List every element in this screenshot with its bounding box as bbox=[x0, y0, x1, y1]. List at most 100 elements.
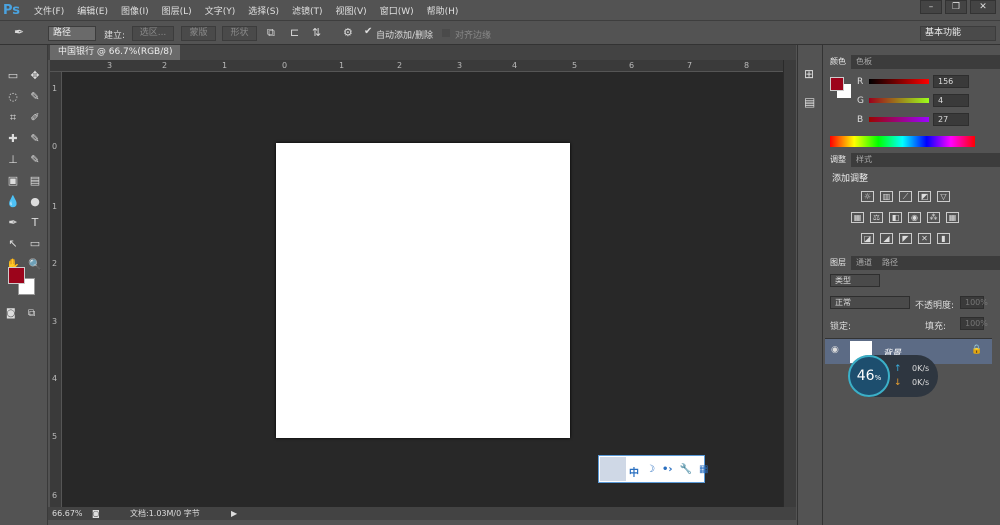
vertical-scrollbar[interactable] bbox=[783, 60, 796, 507]
workspace-select[interactable]: 基本功能 bbox=[920, 26, 996, 41]
vibrance-icon[interactable]: ▽ bbox=[937, 191, 950, 202]
channel-value-input[interactable]: 4 bbox=[933, 94, 969, 107]
menu-window[interactable]: 窗口(W) bbox=[380, 4, 414, 17]
tool-10-icon[interactable]: ▣ bbox=[4, 172, 22, 190]
color-lookup-icon[interactable]: ▦ bbox=[946, 212, 959, 223]
eye-icon[interactable]: ◉ bbox=[831, 345, 839, 355]
gear-icon[interactable]: ⚙ bbox=[343, 26, 353, 39]
tool-9-icon[interactable]: ✎ bbox=[26, 151, 44, 169]
tool-7-icon[interactable]: ✎ bbox=[26, 130, 44, 148]
auto-add-checkbox[interactable]: ✔ bbox=[364, 26, 372, 37]
tool-2-icon[interactable]: ◌ bbox=[4, 88, 22, 106]
menu-type[interactable]: 文字(Y) bbox=[205, 4, 236, 17]
tool-16-icon[interactable]: ↖ bbox=[4, 235, 22, 253]
gradient-map-icon[interactable]: ▮ bbox=[937, 233, 950, 244]
opacity-input[interactable]: 100% bbox=[960, 296, 988, 309]
properties-panel-icon[interactable]: ▤ bbox=[804, 95, 815, 109]
brightness-icon[interactable]: ☼ bbox=[861, 191, 874, 202]
status-menu-arrow[interactable]: ▶ bbox=[231, 507, 237, 520]
tool-12-icon[interactable]: 💧 bbox=[4, 193, 22, 211]
tool-8-icon[interactable]: ⊥ bbox=[4, 151, 22, 169]
tool-1-icon[interactable]: ✥ bbox=[26, 67, 44, 85]
tool-14-icon[interactable]: ✒ bbox=[4, 214, 22, 232]
align-edges-checkbox[interactable] bbox=[442, 29, 450, 37]
tool-0-icon[interactable]: ▭ bbox=[4, 67, 22, 85]
tool-mode-select[interactable]: 路径 bbox=[48, 26, 96, 41]
screen-mode-icon[interactable]: ⧉ bbox=[28, 308, 35, 319]
photo-filter-icon[interactable]: ◉ bbox=[908, 212, 921, 223]
channel-value-input[interactable]: 156 bbox=[933, 75, 969, 88]
upload-speed: 0K/s bbox=[912, 364, 930, 373]
invert-icon[interactable]: ◪ bbox=[861, 233, 874, 244]
layer-filter-select[interactable]: 类型 bbox=[830, 274, 880, 287]
tool-11-icon[interactable]: ▤ bbox=[26, 172, 44, 190]
tool-15-icon[interactable]: T bbox=[26, 214, 44, 232]
ime-item-4[interactable]: ▦ bbox=[699, 464, 708, 479]
tab-layers[interactable]: 图层 bbox=[825, 256, 851, 270]
path-operations-icon[interactable]: ⧉ bbox=[267, 26, 275, 40]
posterize-icon[interactable]: ◢ bbox=[880, 233, 893, 244]
levels-icon[interactable]: ▥ bbox=[880, 191, 893, 202]
selection-button[interactable]: 选区... bbox=[132, 26, 174, 41]
network-speed-widget[interactable]: 46% ↑ 0K/s ↓ 0K/s bbox=[848, 355, 938, 397]
tool-19-icon[interactable]: 🔍 bbox=[26, 256, 44, 274]
ruler-label: 5 bbox=[52, 432, 58, 441]
tab-styles[interactable]: 样式 bbox=[851, 153, 877, 167]
tool-3-icon[interactable]: ✎ bbox=[26, 88, 44, 106]
menu-select[interactable]: 选择(S) bbox=[248, 4, 279, 17]
status-info-icon[interactable]: ◙ bbox=[92, 507, 100, 520]
ime-item-2[interactable]: •› bbox=[662, 464, 673, 479]
history-panel-icon[interactable]: ⊞ bbox=[804, 67, 814, 81]
tab-swatches[interactable]: 色板 bbox=[851, 55, 877, 69]
channel-slider[interactable] bbox=[869, 79, 929, 84]
path-alignment-icon[interactable]: ⊏ bbox=[290, 26, 299, 39]
selective-color-icon[interactable]: ✕ bbox=[918, 233, 931, 244]
channel-slider[interactable] bbox=[869, 98, 929, 103]
tab-adjustments[interactable]: 调整 bbox=[825, 153, 851, 167]
menu-file[interactable]: 文件(F) bbox=[34, 4, 64, 17]
menu-filter[interactable]: 滤镜(T) bbox=[292, 4, 323, 17]
menu-view[interactable]: 视图(V) bbox=[336, 4, 367, 17]
threshold-icon[interactable]: ◤ bbox=[899, 233, 912, 244]
tab-paths[interactable]: 路径 bbox=[877, 256, 903, 270]
tool-13-icon[interactable]: ● bbox=[26, 193, 44, 211]
channel-value-input[interactable]: 27 bbox=[933, 113, 969, 126]
menu-help[interactable]: 帮助(H) bbox=[427, 4, 459, 17]
tab-color[interactable]: 颜色 bbox=[825, 55, 851, 69]
menu-image[interactable]: 图像(I) bbox=[121, 4, 149, 17]
channel-slider[interactable] bbox=[869, 117, 929, 122]
document-tab[interactable]: 中国银行 @ 66.7%(RGB/8) × bbox=[50, 45, 180, 72]
ime-item-0[interactable]: 中 bbox=[629, 464, 639, 479]
pen-tool-icon[interactable]: ✒ bbox=[14, 25, 24, 39]
restore-button[interactable]: ❐ bbox=[945, 0, 967, 14]
fill-input[interactable]: 100% bbox=[960, 317, 988, 330]
menu-edit[interactable]: 编辑(E) bbox=[77, 4, 108, 17]
curves-icon[interactable]: ⟋ bbox=[899, 191, 912, 202]
mask-button[interactable]: 蒙版 bbox=[181, 26, 216, 41]
color-balance-icon[interactable]: ⚖ bbox=[870, 212, 883, 223]
tool-4-icon[interactable]: ⌗ bbox=[4, 109, 22, 127]
hue-saturation-icon[interactable]: ▦ bbox=[851, 212, 864, 223]
tool-17-icon[interactable]: ▭ bbox=[26, 235, 44, 253]
foreground-color-swatch[interactable] bbox=[8, 267, 25, 284]
quick-mask-icon[interactable]: ◙ bbox=[6, 308, 16, 319]
shape-button[interactable]: 形状 bbox=[222, 26, 257, 41]
foreground-color-swatch[interactable] bbox=[830, 77, 844, 91]
zoom-level[interactable]: 66.67% bbox=[52, 507, 83, 520]
channel-mixer-icon[interactable]: ⁂ bbox=[927, 212, 940, 223]
color-spectrum-bar[interactable] bbox=[830, 136, 975, 147]
exposure-icon[interactable]: ◩ bbox=[918, 191, 931, 202]
path-arrangement-icon[interactable]: ⇅ bbox=[312, 26, 321, 39]
tool-6-icon[interactable]: ✚ bbox=[4, 130, 22, 148]
ime-avatar-icon[interactable] bbox=[600, 457, 626, 481]
close-window-button[interactable]: ✕ bbox=[970, 0, 996, 14]
menu-layer[interactable]: 图层(L) bbox=[162, 4, 192, 17]
ime-item-1[interactable]: ☽ bbox=[646, 464, 655, 479]
blend-mode-select[interactable]: 正常 bbox=[830, 296, 910, 309]
ime-item-3[interactable]: 🔧 bbox=[679, 464, 691, 479]
tool-5-icon[interactable]: ✐ bbox=[26, 109, 44, 127]
minimize-button[interactable]: – bbox=[920, 0, 942, 14]
black-white-icon[interactable]: ◧ bbox=[889, 212, 902, 223]
tab-channels[interactable]: 通道 bbox=[851, 256, 877, 270]
document-canvas[interactable] bbox=[276, 143, 570, 438]
